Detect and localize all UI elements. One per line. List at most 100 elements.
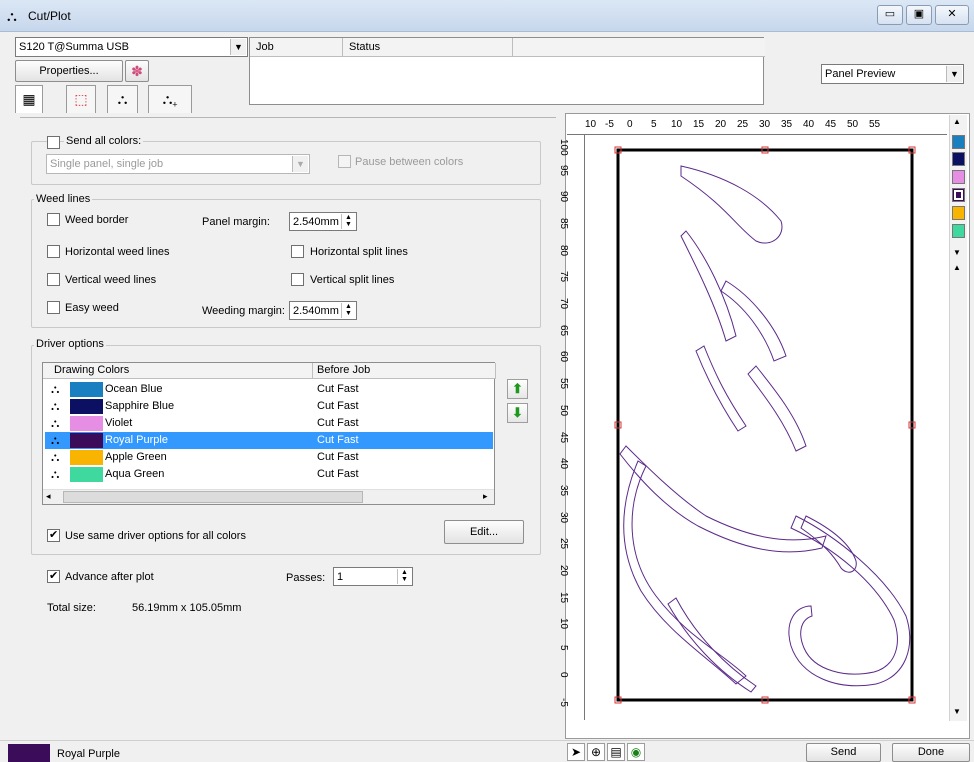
panel-margin-input[interactable]: 2.540mm ▲ ▼: [289, 212, 357, 231]
preview-color-swatch[interactable]: [952, 170, 965, 184]
easy-weed-checkbox[interactable]: [47, 301, 60, 314]
chevron-down-icon: ▼: [946, 66, 962, 82]
driver-options-label: Driver options: [34, 338, 106, 350]
job-column-header: Job: [250, 38, 343, 57]
ruler-label: 10: [585, 119, 597, 130]
tab-panel-icon[interactable]: ⬚: [66, 85, 96, 113]
zoom-in-icon[interactable]: ⊕: [587, 743, 605, 761]
ruler-label: 55: [558, 378, 569, 390]
close-button[interactable]: ✕: [935, 5, 969, 25]
ruler-label: 20: [715, 119, 727, 130]
horizontal-split-checkbox[interactable]: [291, 245, 304, 258]
weed-border-checkbox[interactable]: [47, 213, 60, 226]
preview-color-swatch-selected[interactable]: [952, 188, 965, 202]
scroll-thumb[interactable]: [63, 491, 363, 503]
advance-label: Advance after plot: [65, 571, 154, 583]
device-select[interactable]: S120 T@Summa USB ▼: [15, 37, 248, 57]
tab-cut-plus-icon[interactable]: ⛬₊: [148, 85, 192, 113]
before-job-value: Cut Fast: [317, 383, 359, 395]
same-options-checkbox[interactable]: [47, 528, 60, 542]
pen-icon: ⛬: [51, 416, 60, 430]
preview-mode-select[interactable]: Panel Preview ▼: [821, 64, 964, 84]
color-row[interactable]: ⛬ Ocean Blue Cut Fast: [45, 381, 493, 398]
ruler-label: 40: [558, 458, 569, 470]
maximize-button[interactable]: ▣: [906, 5, 932, 25]
spinner-icon[interactable]: ▲ ▼: [397, 569, 411, 584]
vertical-weed-checkbox[interactable]: [47, 273, 60, 286]
color-row[interactable]: ⛬ Apple Green Cut Fast: [45, 449, 493, 466]
scroll-left-icon[interactable]: ◂: [46, 491, 51, 502]
passes-value: 1: [337, 571, 344, 583]
weeding-margin-label: Weeding margin:: [202, 305, 285, 317]
done-button[interactable]: Done: [892, 743, 970, 762]
zoom-fit-icon[interactable]: ◉: [627, 743, 645, 761]
pen-icon: ⛬: [51, 433, 60, 447]
spinner-icon[interactable]: ▲ ▼: [341, 214, 355, 229]
send-mode-select[interactable]: Single panel, single job ▼: [46, 154, 310, 174]
ruler-label: 5: [651, 119, 657, 130]
horizontal-weed-label: Horizontal weed lines: [65, 246, 170, 258]
horizontal-weed-checkbox[interactable]: [47, 245, 60, 258]
tab-cut-icon[interactable]: ⛬: [107, 85, 138, 113]
color-swatch: [70, 467, 103, 482]
ruler-label: 10: [558, 618, 569, 630]
cut-artwork: [619, 165, 911, 693]
preview-canvas[interactable]: [586, 136, 948, 721]
scroll-down-icon[interactable]: ▼: [953, 248, 961, 257]
color-row[interactable]: ⛬ Aqua Green Cut Fast: [45, 466, 493, 483]
color-wheel-icon[interactable]: ✽: [125, 60, 149, 82]
move-up-button[interactable]: ⬆: [507, 379, 528, 399]
send-button[interactable]: Send: [806, 743, 881, 762]
preview-color-swatch[interactable]: [952, 206, 965, 220]
ruler-label: 65: [558, 325, 569, 337]
send-all-checkbox[interactable]: [47, 136, 60, 149]
color-row[interactable]: ⛬ Violet Cut Fast: [45, 415, 493, 432]
edit-button[interactable]: Edit...: [444, 520, 524, 544]
color-swatch: [70, 433, 103, 448]
preview-color-swatch[interactable]: [952, 224, 965, 238]
move-down-button[interactable]: ⬇: [507, 403, 528, 423]
color-row[interactable]: ⛬ Sapphire Blue Cut Fast: [45, 398, 493, 415]
total-size-label: Total size:: [47, 602, 96, 614]
panel-border: [616, 148, 914, 702]
weeding-margin-input[interactable]: 2.540mm ▲ ▼: [289, 301, 357, 320]
vertical-split-checkbox[interactable]: [291, 273, 304, 286]
passes-input[interactable]: 1 ▲ ▼: [333, 567, 413, 586]
scroll-right-icon[interactable]: ▸: [483, 491, 488, 502]
color-name: Aqua Green: [105, 468, 165, 480]
color-name: Ocean Blue: [105, 383, 163, 395]
pause-checkbox[interactable]: [338, 155, 351, 168]
ruler-label: 25: [737, 119, 749, 130]
ruler-label: 60: [558, 351, 569, 363]
ruler-label: 15: [693, 119, 705, 130]
page-icon[interactable]: ▤: [607, 743, 625, 761]
preview-color-swatch[interactable]: [952, 135, 965, 149]
spinner-icon[interactable]: ▲ ▼: [341, 303, 355, 318]
before-job-value: Cut Fast: [317, 417, 359, 429]
horizontal-ruler: 10 -5 0 5 10 15 20 25 30 35 40 45 50 55: [567, 115, 947, 135]
advance-checkbox[interactable]: [47, 569, 60, 583]
before-job-value: Cut Fast: [317, 468, 359, 480]
select-tool-icon[interactable]: ➤: [567, 743, 585, 761]
color-row-selected[interactable]: ⛬ Royal Purple Cut Fast: [45, 432, 493, 449]
ruler-label: 45: [825, 119, 837, 130]
pause-label: Pause between colors: [355, 156, 464, 168]
minimize-button[interactable]: ▭: [877, 5, 903, 25]
tab-general-icon[interactable]: ▦: [15, 85, 43, 113]
pen-icon: ⛬: [51, 467, 60, 481]
plotter-icon: ⛬: [7, 8, 17, 24]
current-color-name: Royal Purple: [57, 748, 120, 760]
ruler-label: 45: [558, 432, 569, 444]
ruler-label: 75: [558, 271, 569, 283]
scroll-up-icon[interactable]: ▲: [953, 263, 961, 272]
color-swatch: [70, 399, 103, 414]
vertical-weed-label: Vertical weed lines: [65, 274, 157, 286]
color-list-scrollbar[interactable]: ◂ ▸: [43, 489, 494, 504]
ruler-label: 0: [558, 672, 569, 678]
properties-button[interactable]: Properties...: [15, 60, 123, 82]
preview-color-swatch[interactable]: [952, 152, 965, 166]
passes-label: Passes:: [286, 572, 326, 584]
scroll-down-icon[interactable]: ▼: [953, 707, 961, 716]
scroll-up-icon[interactable]: ▲: [953, 117, 961, 126]
color-name: Apple Green: [105, 451, 167, 463]
